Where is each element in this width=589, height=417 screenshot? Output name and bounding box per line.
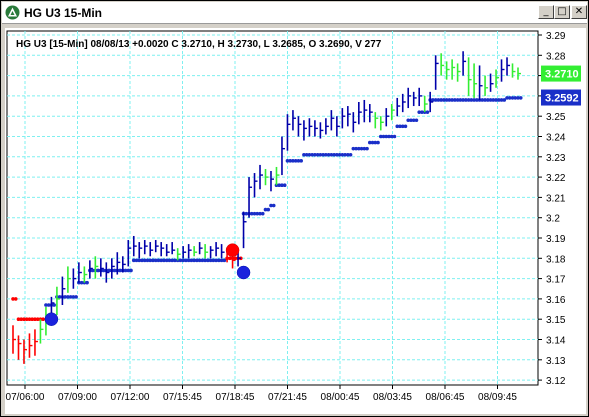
- x-tick-label: 07/12:00: [111, 392, 150, 403]
- buy-signal-marker: [236, 265, 251, 280]
- stop-dot: [518, 96, 523, 100]
- buy-signal-marker: [44, 312, 59, 326]
- last-price-tag-text: 3.2710: [545, 69, 579, 81]
- chart-area[interactable]: 3.293.283.273.263.253.243.233.223.213.23…: [5, 28, 586, 414]
- y-tick-label: 3.29: [546, 31, 566, 42]
- stop-dot: [85, 280, 89, 285]
- y-tick-label: 3.13: [546, 356, 566, 367]
- plot-frame: [6, 30, 539, 386]
- y-tick-label: 3.28: [546, 51, 566, 62]
- y-tick-label: 3.24: [546, 133, 566, 144]
- y-tick-label: 3.17: [546, 275, 566, 286]
- x-tick-label: 07/06:00: [6, 392, 45, 403]
- stop-dot: [414, 118, 419, 123]
- y-tick-label: 3.23: [546, 153, 566, 164]
- app-logo-icon: [5, 5, 20, 20]
- x-tick-label: 08/03:45: [373, 392, 412, 403]
- stop-dot: [348, 152, 353, 157]
- stop-dot: [299, 159, 303, 163]
- x-tick-label: 08/06:45: [426, 392, 465, 403]
- stop-dot: [266, 207, 271, 212]
- stop-dot: [403, 124, 408, 129]
- y-tick-label: 3.2: [546, 214, 560, 225]
- sell-signal-marker: [225, 243, 240, 257]
- y-tick-label: 3.12: [546, 376, 566, 387]
- close-button[interactable]: ✕: [571, 5, 587, 19]
- x-tick-label: 07/09:00: [58, 392, 97, 403]
- x-tick-label: 07/21:45: [268, 392, 307, 403]
- chart-window: HG U3 15-Min _ □ ✕ 3.293.283.273.263.253…: [0, 0, 589, 417]
- y-tick-label: 3.15: [546, 315, 566, 326]
- stop-dot: [365, 146, 369, 151]
- stop-price-tag: 3.2592: [541, 89, 581, 106]
- title-bar[interactable]: HG U3 15-Min _ □ ✕: [2, 2, 587, 24]
- y-tick-label: 3.14: [546, 336, 566, 347]
- stop-dot: [13, 297, 18, 301]
- y-tick-label: 3.21: [546, 193, 566, 204]
- stop-dot: [425, 110, 430, 114]
- stop-dot: [282, 183, 287, 188]
- y-tick-label: 3.19: [546, 234, 566, 245]
- price-chart[interactable]: 3.293.283.273.263.253.243.233.223.213.23…: [5, 28, 586, 414]
- stop-dot: [129, 268, 133, 273]
- stop-dot: [271, 203, 276, 208]
- stop-price-tag-text: 3.2592: [545, 93, 579, 105]
- window-title: HG U3 15-Min: [24, 6, 103, 20]
- last-price-tag: 3.2710: [541, 65, 581, 82]
- stop-dot: [41, 317, 45, 322]
- x-tick-label: 08/09:45: [478, 392, 517, 403]
- quote-info-line: HG U3 [15-Min] 08/08/13 +0.0020 C 3.2710…: [16, 39, 382, 50]
- maximize-button[interactable]: □: [554, 5, 570, 19]
- y-tick-label: 3.22: [546, 173, 566, 184]
- y-tick-label: 3.18: [546, 254, 566, 265]
- stop-dot: [260, 211, 265, 216]
- y-tick-label: 3.16: [546, 295, 566, 306]
- y-tick-label: 3.25: [546, 112, 566, 123]
- stop-dot: [376, 140, 380, 145]
- stop-dot: [392, 134, 397, 139]
- stop-dot: [74, 295, 78, 299]
- x-tick-label: 08/00:45: [321, 392, 360, 403]
- minimize-button[interactable]: _: [538, 5, 554, 19]
- x-tick-label: 07/18:45: [216, 392, 255, 403]
- x-tick-label: 07/15:45: [163, 392, 202, 403]
- stop-dot: [52, 303, 56, 307]
